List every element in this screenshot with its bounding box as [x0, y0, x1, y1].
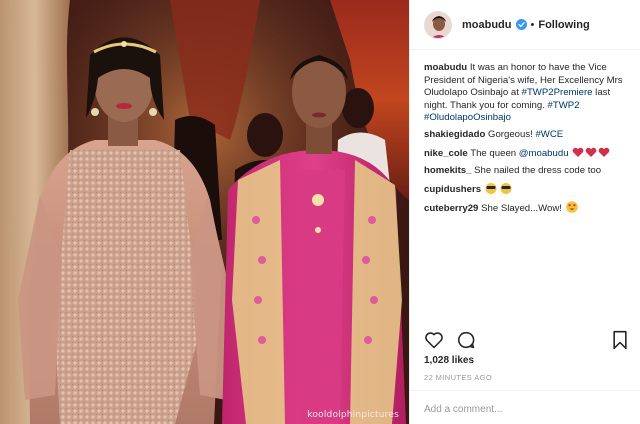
- comment-row: cuteberry29 She Slayed...Wow!: [424, 201, 632, 216]
- comment-text: She nailed the dress code too: [474, 165, 602, 177]
- comment-row: homekits_ She nailed the dress code too: [424, 165, 632, 178]
- instagram-post-window: kooldolphinpictures moabudu • Following: [0, 0, 640, 424]
- comment-text: Gorgeous!: [487, 128, 536, 140]
- post-header: moabudu • Following: [410, 0, 640, 50]
- comment-username[interactable]: nike_cole: [424, 148, 468, 159]
- comment-text: She Slayed...Wow!: [481, 203, 562, 215]
- photo-credit-watermark: kooldolphinpictures: [307, 410, 399, 420]
- avatar[interactable]: [424, 10, 452, 39]
- comment-row: cupidushers: [424, 182, 632, 197]
- comment-username[interactable]: homekits_: [424, 165, 471, 176]
- comment-username[interactable]: shakiegidado: [424, 129, 485, 140]
- mention-link[interactable]: @moabudu: [519, 148, 569, 159]
- comment-username[interactable]: cuteberry29: [424, 203, 478, 214]
- comment-username[interactable]: cupidushers: [424, 184, 481, 195]
- verified-badge-icon: [515, 19, 527, 30]
- following-button[interactable]: Following: [538, 19, 589, 31]
- comment-row: nike_cole The queen @moabudu: [424, 147, 632, 161]
- add-comment-input[interactable]: [424, 400, 629, 418]
- comment-row: shakiegidado Gorgeous! #WCE: [424, 129, 632, 142]
- caption-username[interactable]: moabudu: [424, 62, 467, 73]
- avatar-image: [425, 11, 451, 38]
- post-side-panel: moabudu • Following moabudu It was an ho…: [409, 0, 640, 424]
- heart-outline-icon[interactable]: [424, 330, 444, 350]
- post-photo[interactable]: kooldolphinpictures: [0, 0, 409, 424]
- header-username[interactable]: moabudu: [462, 19, 512, 31]
- photo-illustration: [0, 0, 409, 424]
- heart-eyes-emoji-icon: [565, 201, 578, 214]
- post-caption: moabudu It was an honor to have the Vice…: [424, 62, 632, 125]
- comments-list: moabudu It was an honor to have the Vice…: [424, 62, 632, 221]
- hashtag-link[interactable]: #WCE: [535, 129, 563, 140]
- comment-divider: [410, 390, 640, 391]
- speech-bubble-icon[interactable]: [456, 330, 476, 350]
- bookmark-icon[interactable]: [611, 330, 629, 350]
- sunglasses-emoji-icon: [485, 182, 512, 194]
- post-timestamp[interactable]: 22 MINUTES AGO: [424, 373, 492, 382]
- hashtag-link[interactable]: #TWP2Premiere: [522, 87, 593, 98]
- header-separator: •: [530, 18, 535, 31]
- hashtag-link[interactable]: #OludolapoOsinbajo: [424, 112, 511, 123]
- post-actions-bar: [424, 330, 629, 352]
- heart-emoji-icon: [572, 147, 610, 157]
- likes-count[interactable]: 1,028 likes: [424, 355, 474, 366]
- comment-text: The queen: [470, 147, 519, 159]
- hashtag-link[interactable]: #TWP2: [548, 100, 580, 111]
